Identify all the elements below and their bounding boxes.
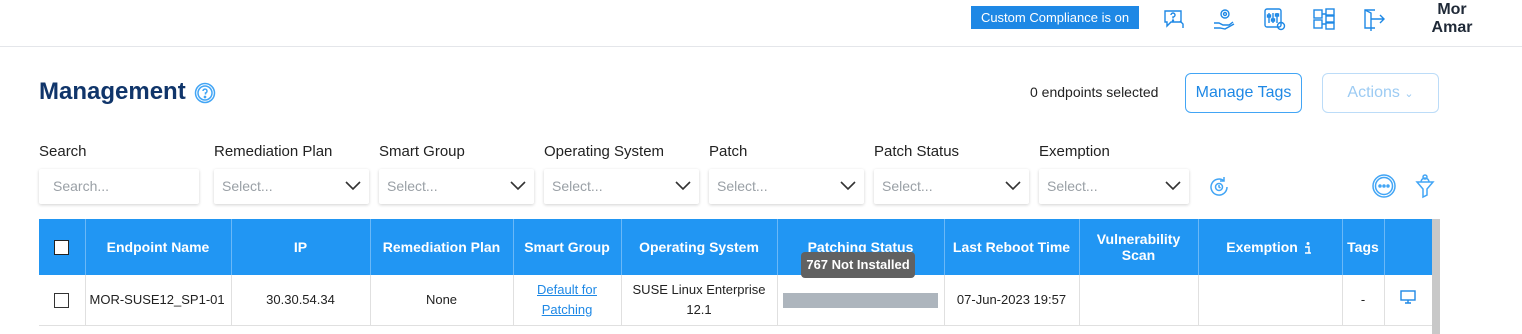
exemption-select[interactable]: Select...: [1039, 169, 1189, 204]
select-all-checkbox[interactable]: [54, 240, 70, 256]
vertical-scrollbar[interactable]: [1432, 219, 1440, 334]
actions-button[interactable]: Actions ⌄: [1322, 73, 1439, 113]
exemption-placeholder: Select...: [1047, 178, 1098, 194]
hierarchy-icon[interactable]: [1311, 6, 1337, 32]
patch-status-label: Patch Status: [874, 143, 960, 160]
os-name: SUSE Linux Enterprise: [632, 281, 766, 297]
vulnerability-scan-cell: [1079, 275, 1199, 326]
remediation-plan-placeholder: Select...: [222, 178, 273, 194]
search-input[interactable]: Search...: [39, 169, 199, 204]
clear-filter-icon[interactable]: [1412, 173, 1438, 199]
chevron-down-icon: [1165, 181, 1181, 191]
chevron-down-icon: [675, 181, 691, 191]
info-icon[interactable]: [1302, 241, 1314, 255]
endpoints-table: Endpoint Name IP Remediation Plan Smart …: [39, 219, 1433, 326]
tags-cell: -: [1342, 275, 1385, 326]
page-title: Management: [39, 78, 186, 105]
chevron-down-icon: ⌄: [1404, 88, 1414, 100]
patch-select[interactable]: Select...: [709, 169, 864, 204]
row-checkbox[interactable]: [54, 292, 70, 308]
smart-group-label: Smart Group: [379, 143, 465, 160]
col-last-reboot[interactable]: Last Reboot Time: [944, 219, 1080, 275]
patch-placeholder: Select...: [717, 178, 768, 194]
refresh-icon[interactable]: [1206, 174, 1232, 200]
row-action-cell: [1384, 275, 1433, 326]
operating-system-placeholder: Select...: [552, 178, 603, 194]
endpoint-name-cell: MOR-SUSE12_SP1-01: [85, 275, 232, 326]
patching-status-tooltip: 767 Not Installed: [801, 252, 915, 278]
patching-status-bar[interactable]: [783, 292, 938, 308]
table-row[interactable]: MOR-SUSE12_SP1-01 30.30.54.34 None Defau…: [39, 275, 1433, 326]
support-chat-icon[interactable]: [1161, 6, 1187, 32]
patching-status-cell: [777, 275, 945, 326]
remediation-plan-label: Remediation Plan: [214, 143, 333, 160]
chevron-down-icon: [840, 181, 856, 191]
smart-group-select[interactable]: Select...: [379, 169, 534, 204]
col-tags[interactable]: Tags: [1342, 219, 1385, 275]
help-icon[interactable]: [194, 82, 216, 104]
smart-group-link-line2[interactable]: Patching: [542, 302, 593, 317]
table-header-row: Endpoint Name IP Remediation Plan Smart …: [39, 219, 1433, 275]
remediation-plan-select[interactable]: Select...: [214, 169, 369, 204]
smart-group-link[interactable]: Default for: [537, 282, 597, 297]
monitor-icon[interactable]: [1400, 290, 1416, 304]
user-name[interactable]: Mor Amar: [1428, 1, 1476, 37]
col-smart-group[interactable]: Smart Group: [513, 219, 622, 275]
col-exemption[interactable]: Exemption: [1198, 219, 1343, 275]
logout-icon[interactable]: [1361, 6, 1387, 32]
patch-status-placeholder: Select...: [882, 178, 933, 194]
row-select-cell: [39, 275, 86, 326]
patch-label: Patch: [709, 143, 748, 160]
operating-system-select[interactable]: Select...: [544, 169, 699, 204]
os-version: 12.1: [686, 301, 712, 317]
user-last-name: Amar: [1431, 19, 1473, 36]
col-exemption-label: Exemption: [1226, 238, 1298, 255]
compliance-badge: Custom Compliance is on: [971, 6, 1139, 29]
operating-system-cell: SUSE Linux Enterprise 12.1: [621, 275, 778, 326]
smart-group-cell: Default for Patching: [513, 275, 622, 326]
top-bar: Custom Compliance is on Mor Amar: [0, 0, 1522, 47]
search-label: Search: [39, 143, 87, 160]
exemption-cell: [1198, 275, 1343, 326]
more-options-icon[interactable]: [1371, 173, 1397, 199]
col-remediation-plan[interactable]: Remediation Plan: [370, 219, 514, 275]
selected-count: 0 endpoints selected: [1030, 84, 1159, 100]
col-operating-system[interactable]: Operating System: [621, 219, 778, 275]
chevron-down-icon: [510, 181, 526, 191]
operating-system-label: Operating System: [544, 143, 665, 160]
user-first-name: Mor: [1437, 1, 1467, 18]
settings-hand-icon[interactable]: [1211, 6, 1237, 32]
patch-status-select[interactable]: Select...: [874, 169, 1029, 204]
select-all-cell: [39, 219, 86, 275]
col-actions: [1384, 219, 1433, 275]
col-vulnerability-scan[interactable]: Vulnerability Scan: [1079, 219, 1199, 275]
ip-cell: 30.30.54.34: [231, 275, 371, 326]
col-ip[interactable]: IP: [231, 219, 371, 275]
col-endpoint-name[interactable]: Endpoint Name: [85, 219, 232, 275]
actions-label: Actions: [1347, 84, 1400, 101]
exemption-label: Exemption: [1039, 143, 1110, 160]
sliders-icon[interactable]: [1261, 6, 1287, 32]
remediation-plan-cell: None: [370, 275, 514, 326]
manage-tags-button[interactable]: Manage Tags: [1185, 73, 1302, 113]
smart-group-placeholder: Select...: [387, 178, 438, 194]
chevron-down-icon: [1005, 181, 1021, 191]
last-reboot-cell: 07-Jun-2023 19:57: [944, 275, 1080, 326]
search-placeholder: Search...: [53, 178, 110, 194]
chevron-down-icon: [345, 181, 361, 191]
